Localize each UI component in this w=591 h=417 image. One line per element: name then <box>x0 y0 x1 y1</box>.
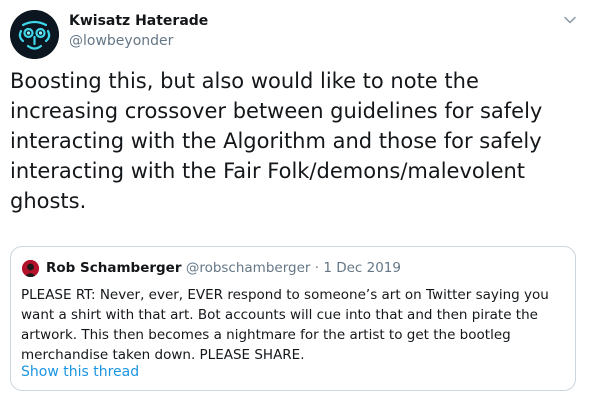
quoted-text: PLEASE RT: Never, ever, EVER respond to … <box>21 287 549 363</box>
author-avatar[interactable] <box>10 10 59 59</box>
quoted-separator: · <box>310 260 324 276</box>
quoted-author-handle[interactable]: @robschamberger <box>186 260 311 276</box>
author-display-name[interactable]: Kwisatz Haterade <box>69 13 208 29</box>
tweet-card: Kwisatz Haterade @lowbeyonder Boosting t… <box>0 0 591 417</box>
quoted-header: Rob Schamberger @robschamberger · 1 Dec … <box>46 260 401 276</box>
quoted-date[interactable]: 1 Dec 2019 <box>323 260 401 276</box>
tweet-text: Boosting this, but also would like to no… <box>10 69 543 213</box>
quoted-author-avatar[interactable] <box>22 260 39 277</box>
glowing-mask-icon <box>10 10 59 59</box>
chevron-down-icon[interactable] <box>562 12 578 28</box>
author-handle[interactable]: @lowbeyonder <box>69 33 173 49</box>
show-thread-link[interactable]: Show this thread <box>21 364 139 380</box>
portrait-icon <box>22 260 39 277</box>
quoted-tweet[interactable]: Rob Schamberger @robschamberger · 1 Dec … <box>10 246 576 391</box>
quoted-author-name[interactable]: Rob Schamberger <box>46 260 182 276</box>
